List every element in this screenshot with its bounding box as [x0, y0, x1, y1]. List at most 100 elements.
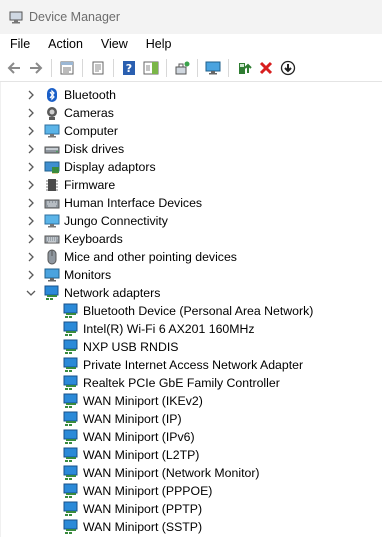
tree-category-computer[interactable]: Computer — [25, 122, 118, 140]
network-device-item[interactable]: Bluetooth Device (Personal Area Network) — [63, 302, 313, 320]
network-device-label: NXP USB RNDIS — [83, 340, 179, 354]
tree-category-mice-and-other-pointing-devices[interactable]: Mice and other pointing devices — [25, 248, 237, 266]
monitor-button[interactable] — [203, 58, 223, 78]
network-adapter-icon — [63, 339, 79, 355]
hid-icon — [44, 195, 60, 211]
menu-action[interactable]: Action — [38, 37, 91, 51]
uninstall-button[interactable] — [256, 58, 276, 78]
scan-hardware-button[interactable] — [172, 58, 192, 78]
chevron-right-icon[interactable] — [25, 194, 37, 212]
mouse-icon — [44, 249, 60, 265]
update-driver-button[interactable] — [234, 58, 254, 78]
chevron-right-icon[interactable] — [25, 230, 37, 248]
toolbar: ? — [0, 54, 382, 82]
jungo-icon — [44, 213, 60, 229]
disable-device-button[interactable] — [278, 58, 298, 78]
disable-device-icon — [280, 60, 296, 76]
monitor-icon — [44, 267, 60, 283]
network-device-item[interactable]: WAN Miniport (PPTP) — [63, 500, 202, 518]
svg-text:?: ? — [126, 62, 132, 75]
chevron-right-icon[interactable] — [25, 158, 37, 176]
network-device-item[interactable]: WAN Miniport (Network Monitor) — [63, 464, 260, 482]
tree-category-keyboards[interactable]: Keyboards — [25, 230, 123, 248]
chevron-right-icon[interactable] — [25, 176, 37, 194]
display-adapter-icon — [44, 159, 60, 175]
menu-help[interactable]: Help — [136, 37, 180, 51]
uninstall-icon — [258, 60, 274, 76]
menu-file[interactable]: File — [0, 37, 38, 51]
network-device-label: WAN Miniport (SSTP) — [83, 520, 203, 534]
properties-button[interactable] — [57, 58, 77, 78]
network-device-label: Private Internet Access Network Adapter — [83, 358, 304, 372]
tree-category-monitors[interactable]: Monitors — [25, 266, 111, 284]
network-device-item[interactable]: WAN Miniport (IP) — [63, 410, 182, 428]
tree-category-label: Disk drives — [64, 142, 125, 156]
network-adapter-icon — [63, 447, 79, 463]
menu-bar: File Action View Help — [0, 34, 382, 54]
keyboard-icon — [44, 231, 60, 247]
chevron-down-icon[interactable] — [25, 284, 37, 302]
tree-category-label: Monitors — [64, 268, 112, 282]
scan-hardware-icon — [174, 60, 190, 76]
network-device-item[interactable]: Private Internet Access Network Adapter — [63, 356, 303, 374]
network-device-label: WAN Miniport (IP) — [83, 412, 182, 426]
network-adapter-icon — [63, 501, 79, 517]
chevron-right-icon[interactable] — [25, 122, 37, 140]
forward-icon — [28, 60, 44, 76]
toolbar-separator — [82, 58, 83, 77]
network-device-item[interactable]: WAN Miniport (IKEv2) — [63, 392, 203, 410]
chevron-right-icon[interactable] — [25, 248, 37, 266]
chevron-right-icon[interactable] — [25, 266, 37, 284]
network-adapter-icon — [63, 519, 79, 535]
action-pane-icon — [143, 60, 159, 76]
tree-category-firmware[interactable]: Firmware — [25, 176, 115, 194]
toolbar-separator — [228, 58, 229, 77]
network-device-label: Bluetooth Device (Personal Area Network) — [83, 304, 314, 318]
network-device-label: WAN Miniport (IPv6) — [83, 430, 195, 444]
network-device-item[interactable]: WAN Miniport (PPPOE) — [63, 482, 212, 500]
tree-category-disk-drives[interactable]: Disk drives — [25, 140, 124, 158]
camera-icon — [44, 105, 60, 121]
tree-category-label: Jungo Connectivity — [64, 214, 168, 228]
action-pane-button[interactable] — [141, 58, 161, 78]
network-device-label: Realtek PCIe GbE Family Controller — [83, 376, 280, 390]
network-adapter-icon — [63, 483, 79, 499]
window-title: Device Manager — [29, 10, 121, 24]
back-button[interactable] — [4, 58, 24, 78]
tree-category-human-interface-devices[interactable]: Human Interface Devices — [25, 194, 202, 212]
update-view-icon — [90, 60, 106, 76]
network-device-item[interactable]: WAN Miniport (L2TP) — [63, 446, 199, 464]
tree-category-label: Computer — [64, 124, 118, 138]
network-device-item[interactable]: WAN Miniport (SSTP) — [63, 518, 202, 536]
help-button[interactable]: ? — [119, 58, 139, 78]
tree-category-label: Human Interface Devices — [64, 196, 203, 210]
network-device-item[interactable]: Intel(R) Wi-Fi 6 AX201 160MHz — [63, 320, 255, 338]
tree-category-jungo-connectivity[interactable]: Jungo Connectivity — [25, 212, 168, 230]
network-adapter-icon — [63, 375, 79, 391]
toolbar-separator — [113, 58, 114, 77]
forward-button[interactable] — [26, 58, 46, 78]
network-adapter-icon — [63, 429, 79, 445]
network-device-label: WAN Miniport (Network Monitor) — [83, 466, 260, 480]
tree-category-display-adaptors[interactable]: Display adaptors — [25, 158, 156, 176]
chevron-right-icon[interactable] — [25, 86, 37, 104]
computer-icon — [44, 123, 60, 139]
chevron-right-icon[interactable] — [25, 212, 37, 230]
menu-view[interactable]: View — [91, 37, 136, 51]
bluetooth-icon — [44, 87, 60, 103]
update-view-button[interactable] — [88, 58, 108, 78]
chevron-right-icon[interactable] — [25, 104, 37, 122]
device-manager-app-icon — [9, 11, 23, 24]
tree-category-network-adapters[interactable]: Network adapters — [25, 284, 160, 302]
tree-category-label: Cameras — [64, 106, 114, 120]
device-tree: Bluetooth Cameras Computer Disk drives Displ… — [0, 82, 382, 537]
tree-category-cameras[interactable]: Cameras — [25, 104, 114, 122]
tree-category-label: Display adaptors — [64, 160, 156, 174]
network-adapter-icon — [63, 321, 79, 337]
network-device-item[interactable]: NXP USB RNDIS — [63, 338, 178, 356]
network-device-item[interactable]: WAN Miniport (IPv6) — [63, 428, 195, 446]
tree-category-bluetooth[interactable]: Bluetooth — [25, 86, 116, 104]
tree-category-label: Bluetooth — [64, 88, 116, 102]
chevron-right-icon[interactable] — [25, 140, 37, 158]
network-device-item[interactable]: Realtek PCIe GbE Family Controller — [63, 374, 280, 392]
